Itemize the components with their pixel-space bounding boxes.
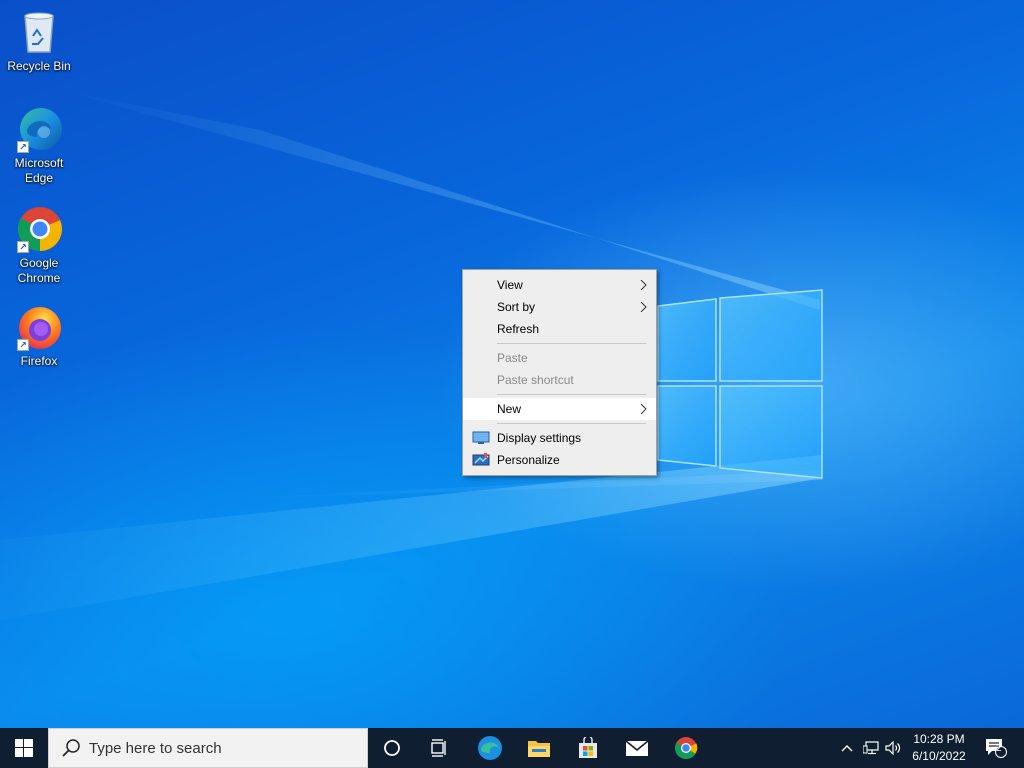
desktop-icon-label: Microsoft Edge	[14, 156, 64, 185]
personalize-icon	[472, 453, 490, 466]
menu-item-label: New	[497, 402, 522, 416]
menu-item-label: Refresh	[497, 322, 540, 336]
file-explorer-icon	[528, 741, 550, 757]
desktop-icon-google-chrome[interactable]: ↗ Google Chrome	[0, 205, 78, 286]
edge-icon: ↗	[15, 105, 63, 153]
desktop-icon-label: Recycle Bin	[7, 59, 71, 73]
menu-item-label: Paste shortcut	[497, 373, 574, 387]
cortana-button[interactable]	[368, 728, 416, 768]
volume-icon	[885, 741, 901, 755]
cortana-icon	[384, 740, 400, 756]
start-button[interactable]	[0, 728, 48, 768]
menu-item-label: Paste	[497, 351, 528, 365]
shortcut-arrow-icon: ↗	[17, 141, 29, 153]
volume-button[interactable]	[883, 728, 905, 768]
network-icon	[863, 741, 879, 755]
menu-item-label: Sort by	[497, 300, 536, 314]
edge-icon	[478, 736, 502, 760]
menu-item-view[interactable]: View	[463, 274, 656, 296]
clock-date: 6/10/2022	[912, 749, 966, 763]
menu-item-label: Display settings	[497, 431, 582, 445]
desktop-icon-label: Google Chrome	[17, 256, 61, 285]
menu-item-paste-shortcut[interactable]: Paste shortcut	[463, 369, 656, 391]
windows-start-icon	[15, 739, 33, 757]
menu-item-label: Personalize	[497, 453, 560, 467]
chevron-right-icon	[640, 404, 647, 414]
shortcut-arrow-icon: ↗	[17, 241, 29, 253]
menu-item-refresh[interactable]: Refresh	[463, 318, 656, 340]
task-view-button[interactable]	[416, 728, 464, 768]
taskbar-mail-button[interactable]	[613, 728, 661, 768]
menu-separator	[497, 394, 646, 395]
desktop-icon-firefox[interactable]: ↗ Firefox	[0, 303, 78, 369]
shortcut-arrow-icon: ↗	[17, 339, 29, 351]
search-icon	[62, 739, 80, 757]
clock-time: 10:28 PM	[913, 732, 965, 746]
taskbar-clock[interactable]: 10:28 PM 6/10/2022	[906, 731, 972, 765]
chrome-icon	[675, 737, 698, 759]
recycle-bin-icon	[15, 8, 63, 56]
taskbar-microsoft-store-button[interactable]	[564, 728, 612, 768]
desktop-icon-label: Firefox	[20, 354, 58, 368]
network-button[interactable]	[860, 728, 882, 768]
chevron-up-icon	[841, 745, 853, 752]
menu-separator	[497, 343, 646, 344]
menu-item-sort-by[interactable]: Sort by	[463, 296, 656, 318]
taskbar-edge-button[interactable]	[466, 728, 514, 768]
taskbar-file-explorer-button[interactable]	[515, 728, 563, 768]
menu-item-label: View	[497, 278, 523, 292]
firefox-icon: ↗	[15, 303, 63, 351]
menu-item-display-settings[interactable]: Display settings	[463, 427, 656, 449]
taskbar: Type here to search 10:28 PM 6/10/2022 2	[0, 728, 1024, 768]
menu-item-paste[interactable]: Paste	[463, 347, 656, 369]
microsoft-store-icon	[579, 737, 597, 758]
action-center-button[interactable]: 2	[976, 728, 1016, 768]
taskbar-search-box[interactable]: Type here to search	[48, 728, 368, 768]
chevron-right-icon	[640, 280, 647, 290]
mail-icon	[625, 740, 649, 756]
menu-separator	[497, 423, 646, 424]
desktop-icon-recycle-bin[interactable]: Recycle Bin	[0, 8, 78, 74]
desktop-icon-microsoft-edge[interactable]: ↗ Microsoft Edge	[0, 105, 78, 186]
menu-item-personalize[interactable]: Personalize	[463, 449, 656, 471]
display-settings-icon	[472, 431, 490, 444]
desktop-context-menu: View Sort by Refresh Paste Paste shortcu…	[462, 269, 657, 476]
menu-item-new[interactable]: New	[463, 398, 656, 420]
chevron-right-icon	[640, 302, 647, 312]
task-view-icon	[431, 739, 446, 757]
search-placeholder: Type here to search	[89, 739, 222, 757]
windows-logo-wallpaper	[657, 289, 823, 479]
desktop[interactable]: Recycle Bin ↗ Microsoft Edge ↗ Google Ch…	[0, 0, 1024, 728]
taskbar-chrome-button[interactable]	[662, 728, 710, 768]
notification-count-badge: 2	[996, 743, 1002, 754]
chrome-icon: ↗	[15, 205, 63, 253]
show-hidden-icons-button[interactable]	[836, 728, 858, 768]
